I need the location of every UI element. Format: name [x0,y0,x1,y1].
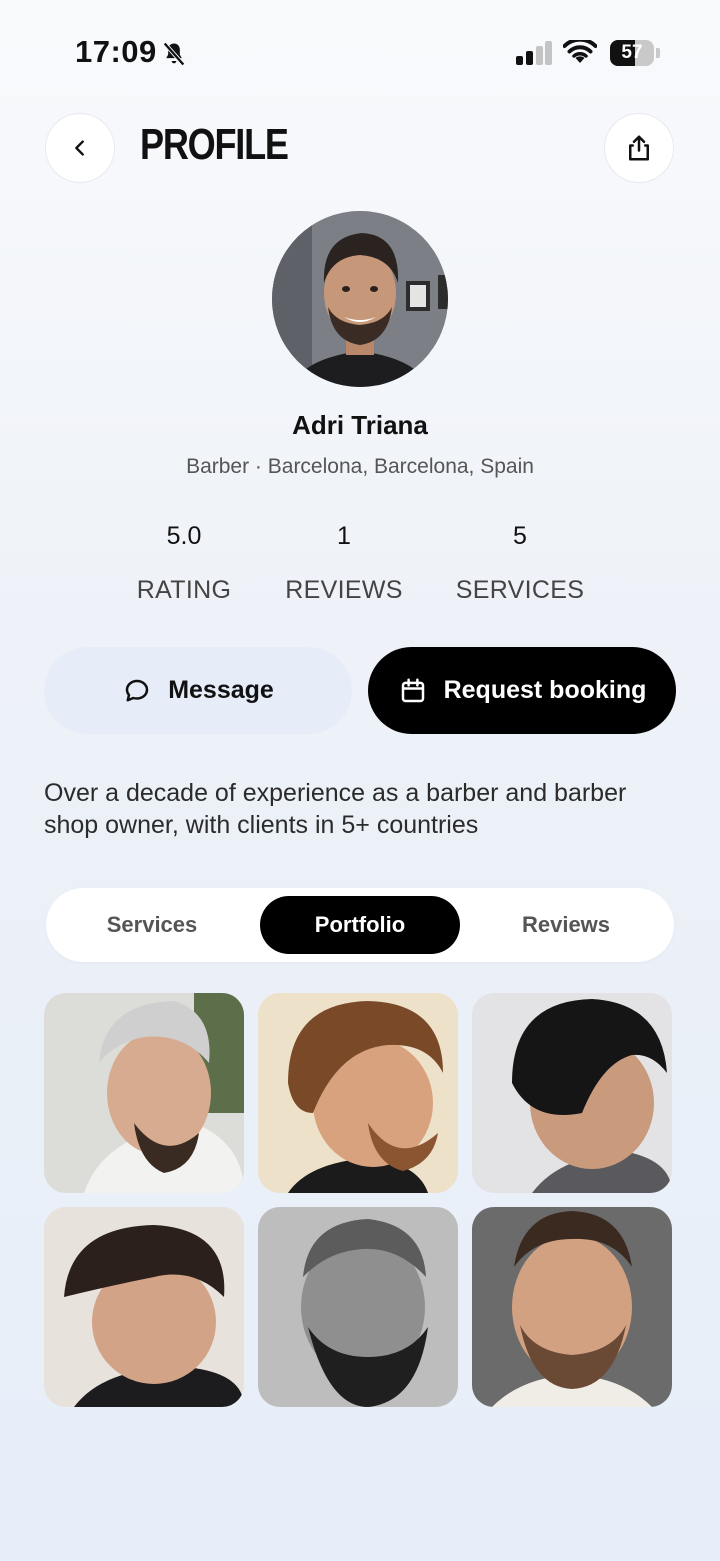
request-booking-button[interactable]: Request booking [368,647,676,734]
portfolio-photo[interactable] [44,1207,244,1407]
tab-reviews[interactable]: Reviews [466,896,666,954]
portfolio-photo[interactable] [258,1207,458,1407]
stat-services: 5 SERVICES [430,522,610,605]
portfolio-photo[interactable] [472,993,672,1193]
page-title: PROFILE [140,120,289,169]
profile-subtitle: Barber · Barcelona, Barcelona, Spain [186,455,534,478]
share-icon [629,135,649,161]
avatar [272,211,448,387]
chevron-left-icon [75,140,84,156]
tab-portfolio[interactable]: Portfolio [260,896,460,954]
portfolio-photo[interactable] [44,993,244,1193]
battery-indicator: 57 [610,40,660,66]
calendar-icon [401,678,424,702]
share-button[interactable] [604,113,674,183]
profile-tabs: Services Portfolio Reviews [46,888,674,962]
stat-value: 1 [337,522,351,550]
status-time: 17:09 [75,34,157,69]
chat-bubble-icon [125,679,149,701]
back-button[interactable] [45,113,115,183]
battery-percentage: 57 [621,42,643,63]
portfolio-photo[interactable] [472,1207,672,1407]
stat-value: 5 [513,522,527,550]
message-button-label: Message [168,676,274,704]
portfolio-photo[interactable] [258,993,458,1193]
profile-name: Adri Triana [292,410,428,440]
profile-bio: Over a decade of experience as a barber … [44,779,627,839]
tab-services[interactable]: Services [52,896,252,954]
request-booking-label: Request booking [443,676,647,704]
stat-value: 5.0 [166,522,202,550]
bell-slash-icon [163,42,185,66]
stat-label: REVIEWS [285,576,403,604]
status-bar: 17:09 57 [0,0,720,105]
stat-rating: 5.0 RATING [94,522,274,605]
stat-label: RATING [136,576,232,604]
stat-label: SERVICES [455,576,585,604]
message-button[interactable]: Message [44,647,352,734]
stat-reviews: 1 REVIEWS [254,522,434,605]
signal-icon [516,41,552,65]
wifi-icon [563,40,597,63]
